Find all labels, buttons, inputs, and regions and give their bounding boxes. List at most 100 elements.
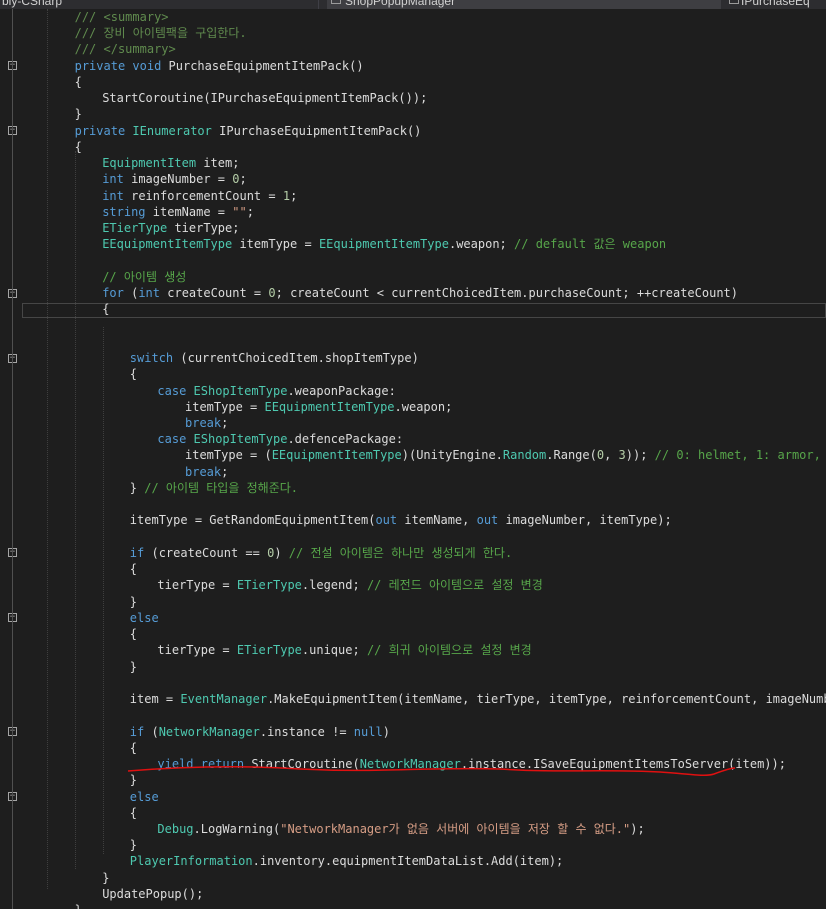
code-token: PurchaseEquipmentItemPack() [161, 58, 364, 73]
code-line[interactable]: } // 아이템 타입을 정해준다. [130, 480, 298, 496]
code-line[interactable]: tierType = ETierType.legend; // 레전드 아이템으… [157, 577, 542, 593]
code-line[interactable]: } [130, 837, 137, 853]
code-token: EEquipmentItemType [102, 237, 233, 252]
code-token: ETierType [102, 221, 168, 236]
code-token: else [129, 789, 159, 804]
code-token: EEquipmentItemType [264, 399, 395, 414]
code-token: itemType = GetRandomEquipmentItem( [129, 513, 376, 528]
code-line[interactable]: { [130, 561, 137, 577]
code-token: ); [630, 822, 645, 836]
code-line[interactable]: { [130, 740, 137, 756]
code-line[interactable]: EquipmentItem item; [102, 155, 239, 171]
code-line[interactable]: { [130, 626, 137, 642]
code-token: yield [157, 757, 194, 772]
csharp-file-icon [729, 0, 739, 4]
code-token: { [129, 367, 138, 382]
tab-label: IPurchaseEq [741, 0, 810, 8]
code-line[interactable]: itemType = EEquipmentItemType.weapon; [185, 399, 452, 415]
code-line[interactable]: { [130, 366, 137, 382]
code-token: itemName, [397, 513, 477, 528]
code-line[interactable]: private IEnumerator IPurchaseEquipmentIt… [75, 123, 422, 139]
code-line[interactable]: for (int createCount = 0; createCount < … [102, 285, 738, 301]
code-line[interactable]: itemType = (EEquipmentItemType)(UnityEng… [185, 447, 826, 463]
tab-ipurchase[interactable]: IPurchaseEq [727, 0, 826, 9]
code-line[interactable]: itemType = GetRandomEquipmentItem( out it… [130, 512, 672, 528]
code-line[interactable]: /// </summary> [75, 41, 176, 57]
code-token: void [132, 58, 162, 73]
code-line[interactable]: if (NetworkManager.instance != null) [130, 724, 390, 740]
code-token: // 희귀 아이템으로 설정 변경 [366, 643, 532, 658]
code-line[interactable]: Debug.LogWarning("NetworkManager가 없음 서버에… [157, 821, 644, 837]
code-line[interactable]: } [75, 902, 82, 909]
code-line[interactable]: // 아이템 생성 [102, 269, 186, 285]
code-token: itemType = ( [185, 448, 272, 463]
code-line[interactable]: EEquipmentItemType itemType = EEquipment… [102, 236, 666, 252]
code-token: ) [382, 724, 390, 739]
code-line[interactable]: /// <summary> [75, 9, 169, 25]
code-token: string [102, 204, 146, 219]
code-token: out [476, 513, 499, 528]
code-editor[interactable]: − − − − − − − − /// <summary> /// 장비 아이템팩을 구입한다.… [0, 9, 826, 909]
code-line[interactable]: item = EventManager.MakeEquipmentItem(it… [130, 691, 826, 707]
code-token: Debug [157, 822, 194, 836]
code-token: } [74, 107, 82, 122]
code-token: break [185, 416, 222, 430]
code-line[interactable]: if (createCount == 0) // 전설 아이템은 하나만 생성되… [130, 545, 512, 561]
code-line[interactable]: switch (currentChoicedItem.shopItemType) [130, 350, 419, 366]
code-token: // 전설 아이템은 하나만 생성되게 한다. [288, 545, 513, 560]
code-token: )); [625, 448, 655, 463]
code-line[interactable]: else [130, 610, 159, 626]
code-token: if [129, 724, 145, 739]
code-area[interactable]: /// <summary> /// 장비 아이템팩을 구입한다./// </sum… [22, 9, 826, 909]
code-line[interactable]: } [130, 772, 137, 788]
code-line[interactable]: } [102, 870, 109, 886]
code-token: for [102, 286, 124, 301]
code-line[interactable]: } [75, 106, 82, 122]
code-token: int [102, 188, 124, 203]
code-line[interactable]: } [130, 594, 137, 610]
code-token: } [75, 903, 82, 909]
code-line[interactable]: case EShopItemType.weaponPackage: [157, 383, 395, 399]
code-token: { [74, 74, 82, 89]
code-token: tierType = [157, 643, 237, 658]
code-token: // 아이템 타입을 정해준다. [144, 480, 298, 495]
tab-shop-popup-manager[interactable]: ShopPopupManager [327, 0, 721, 9]
code-line[interactable]: int imageNumber = 0; [102, 171, 247, 187]
code-line[interactable]: { [75, 74, 82, 90]
code-token: UpdatePopup(); [102, 886, 204, 901]
code-line[interactable]: UpdatePopup(); [102, 886, 203, 902]
indent-guide [47, 9, 48, 889]
code-token: } [129, 659, 138, 674]
code-token: EventManager [180, 692, 268, 707]
code-token: "NetworkManager가 없음 서버에 아이템을 저장 할 수 없다." [280, 822, 631, 836]
code-line[interactable]: break; [185, 415, 228, 431]
code-token: imageNumber = [123, 172, 233, 187]
code-token: PlayerInformation [129, 854, 253, 869]
code-line[interactable]: } [130, 659, 137, 675]
code-line[interactable]: break; [185, 464, 228, 480]
tab-project[interactable]: bly-CSharp [2, 0, 62, 9]
code-line[interactable]: /// 장비 아이템팩을 구입한다. [75, 25, 247, 41]
code-token: NetworkManager [359, 757, 461, 772]
code-line[interactable]: { [102, 301, 109, 317]
code-line[interactable]: tierType = ETierType.unique; // 희귀 아이템으로… [157, 642, 531, 658]
code-line[interactable]: yield return StartCoroutine(NetworkManag… [157, 756, 786, 772]
code-token: NetworkManager [158, 724, 260, 739]
code-token: // default 값은 weapon [514, 237, 667, 252]
code-token: switch [129, 351, 174, 366]
code-token: ; [290, 188, 298, 203]
code-line[interactable]: PlayerInformation.inventory.equipmentIte… [130, 853, 564, 869]
code-token: 1 [282, 188, 291, 203]
code-line[interactable]: int reinforcementCount = 1; [102, 188, 297, 204]
code-token: .instance.ISaveEquipmentItemsToServer(it… [460, 757, 786, 772]
code-line[interactable]: string itemName = ""; [102, 204, 254, 220]
code-line[interactable]: private void PurchaseEquipmentItemPack() [75, 58, 364, 74]
code-line[interactable]: else [130, 789, 159, 805]
code-line[interactable]: ETierType tierType; [102, 220, 239, 236]
code-token: .MakeEquipmentItem(itemName, tierType, i… [267, 692, 826, 707]
code-line[interactable]: { [130, 805, 137, 821]
code-line[interactable]: StartCoroutine(IPurchaseEquipmentItemPac… [102, 90, 427, 106]
code-line[interactable]: case EShopItemType.defencePackage: [157, 431, 403, 447]
